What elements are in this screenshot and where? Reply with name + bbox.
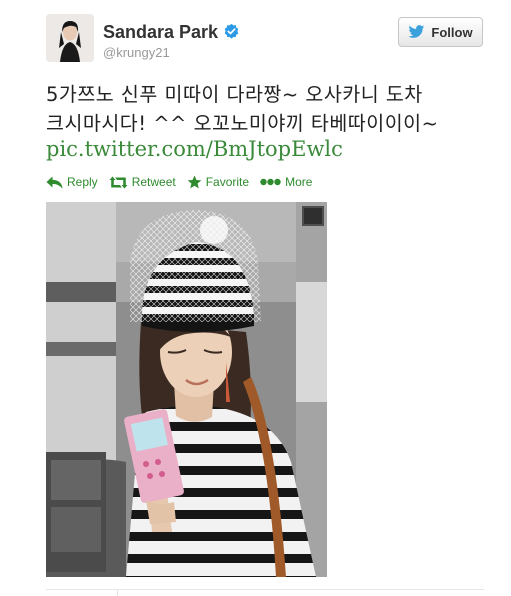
reply-arrow-icon	[46, 176, 63, 188]
tweet-text: 5가쯔노 신푸 미따이 다라짱~ 오사카니 도차 크시마시다! ^^ 오꼬노미야…	[46, 80, 496, 138]
tweet-photo-link[interactable]: pic.twitter.com/BmJtopEwlc	[46, 137, 343, 161]
avatar[interactable]	[46, 14, 94, 62]
user-name[interactable]: Sandara Park	[103, 22, 218, 43]
tweet-card: Sandara Park @krungy21 Follow 5가쯔노 신푸 미따…	[0, 0, 511, 596]
user-handle[interactable]: @krungy21	[103, 45, 170, 60]
retweet-icon	[109, 176, 128, 188]
reply-label: Reply	[67, 175, 98, 189]
retweet-button[interactable]: Retweet	[109, 175, 176, 189]
reply-button[interactable]: Reply	[46, 175, 98, 189]
more-button[interactable]: More	[260, 175, 312, 189]
favorite-button[interactable]: Favorite	[187, 175, 249, 189]
tweet-actions: Reply Retweet Favorite More	[46, 172, 323, 192]
tweet-photo[interactable]	[46, 202, 327, 577]
divider	[117, 589, 118, 596]
star-icon	[187, 175, 202, 189]
twitter-bird-icon	[408, 25, 425, 38]
follow-button-label: Follow	[431, 24, 473, 40]
tweet-text-line: 5가쯔노 신푸 미따이 다라짱~ 오사카니 도차	[46, 83, 423, 106]
more-dots-icon	[260, 178, 281, 186]
more-label: More	[285, 175, 313, 189]
verified-badge-icon	[224, 23, 239, 39]
follow-button[interactable]: Follow	[398, 17, 483, 47]
retweet-label: Retweet	[131, 175, 176, 189]
favorite-label: Favorite	[205, 175, 250, 189]
tweet-text-line: 크시마시다! ^^ 오꼬노미야끼 타베따이이이~	[46, 112, 439, 135]
divider	[46, 589, 484, 590]
